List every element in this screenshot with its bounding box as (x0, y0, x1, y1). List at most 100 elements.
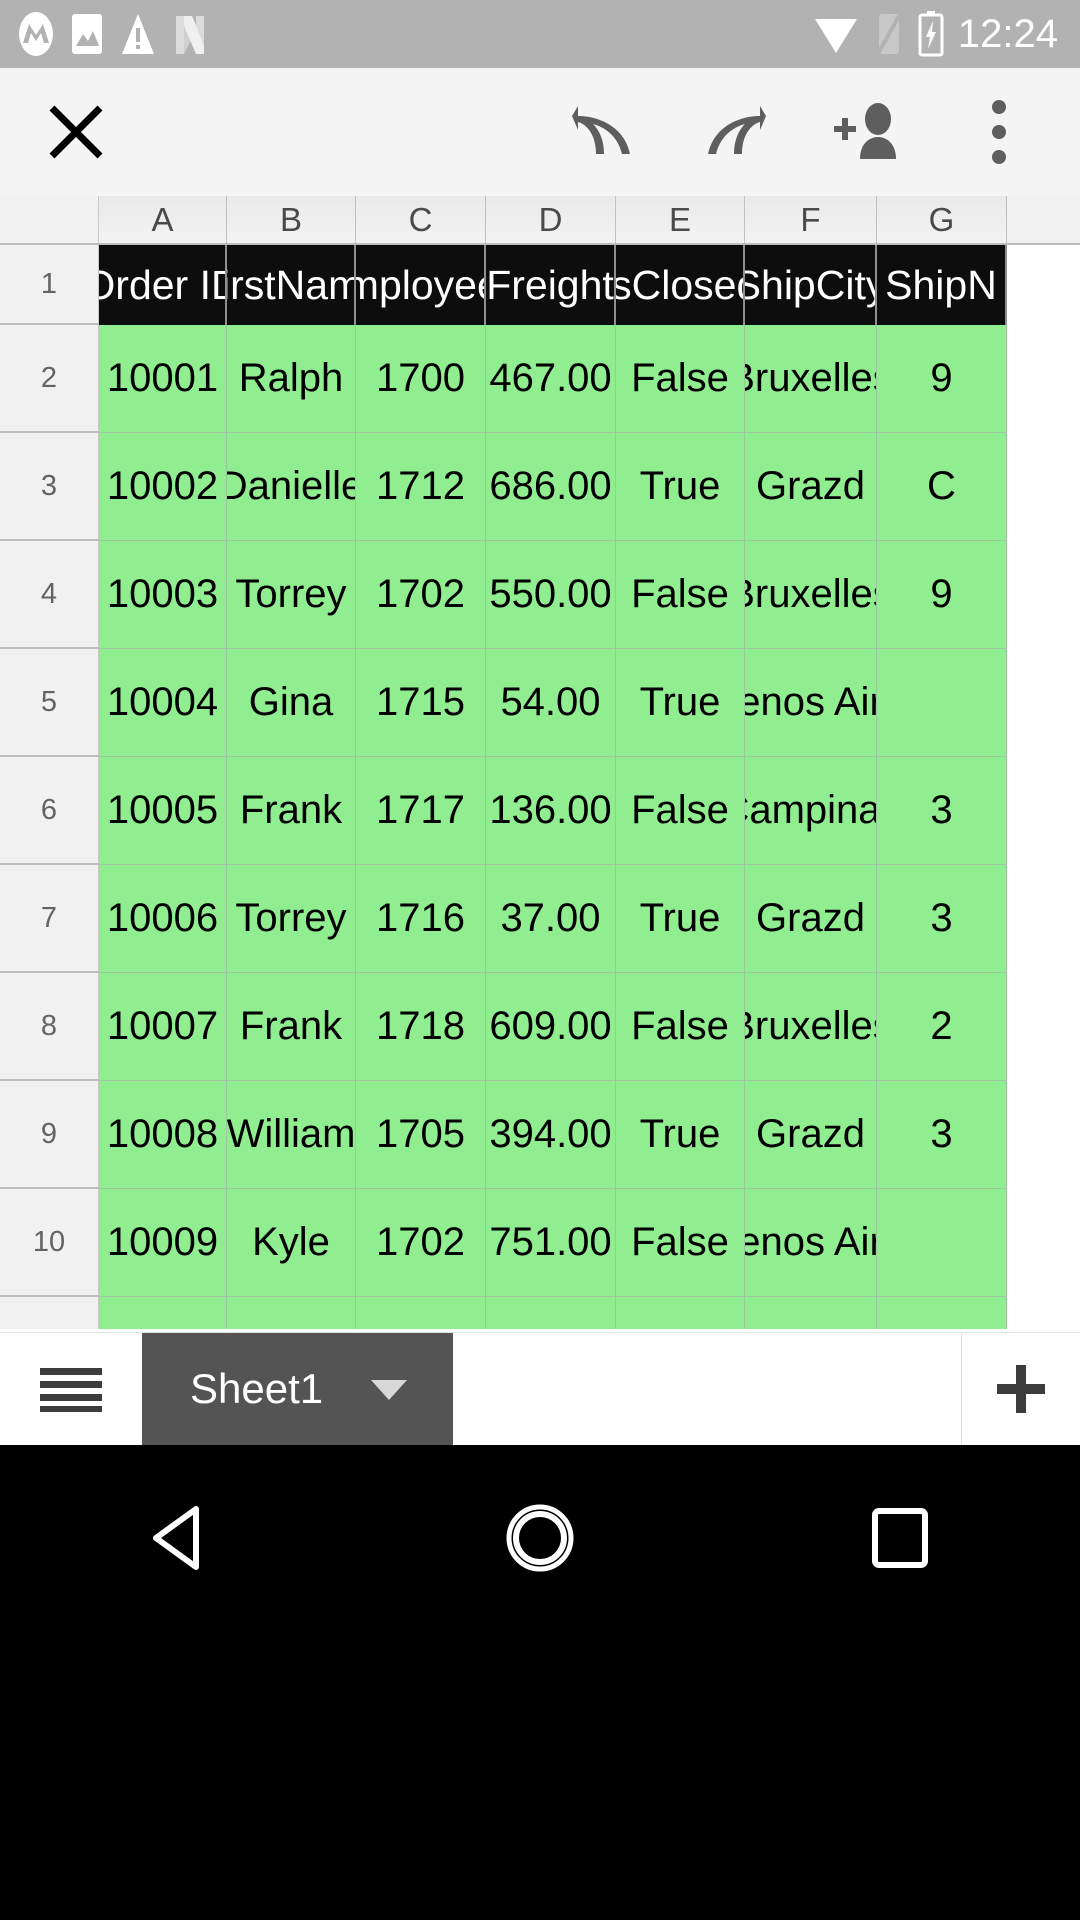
cell[interactable]: William (227, 1081, 356, 1189)
cell[interactable]: Gina (227, 649, 356, 757)
cell[interactable]: Order ID (99, 245, 227, 325)
cell[interactable]: Torrey (227, 541, 356, 649)
cell[interactable] (877, 1189, 1007, 1297)
cell[interactable]: 9 (877, 541, 1007, 649)
cell[interactable]: True (616, 1081, 745, 1189)
cell[interactable]: 10002 (99, 433, 227, 541)
cell[interactable]: 2 (877, 973, 1007, 1081)
cell[interactable]: False (616, 973, 745, 1081)
cell[interactable] (877, 649, 1007, 757)
row-header-6[interactable]: 6 (0, 757, 99, 865)
cell[interactable]: False (616, 757, 745, 865)
cell[interactable]: Employee I (356, 245, 486, 325)
row-header-10[interactable]: 10 (0, 1189, 99, 1297)
cell[interactable]: Campinas (745, 757, 877, 865)
column-header-d[interactable]: D (486, 196, 616, 243)
cell[interactable]: Freight (486, 245, 616, 325)
sheet-list-button[interactable] (0, 1333, 142, 1445)
cell[interactable]: uenos Aire (745, 649, 877, 757)
cell[interactable]: 10003 (99, 541, 227, 649)
row-header-8[interactable]: 8 (0, 973, 99, 1081)
cell[interactable]: 10009 (99, 1189, 227, 1297)
cell[interactable]: Bruxelles (745, 541, 877, 649)
cell[interactable] (616, 1297, 745, 1329)
cell[interactable]: 751.00 (486, 1189, 616, 1297)
cell[interactable] (486, 1297, 616, 1329)
cell[interactable]: 550.00 (486, 541, 616, 649)
cell[interactable]: Danielle (227, 433, 356, 541)
redo-button[interactable] (698, 95, 772, 169)
cell[interactable]: 1716 (356, 865, 486, 973)
cell[interactable]: 1700 (356, 325, 486, 433)
row-header-3[interactable]: 3 (0, 433, 99, 541)
cell[interactable]: Bruxelles (745, 325, 877, 433)
cell[interactable]: 3 (877, 1081, 1007, 1189)
column-header-g[interactable]: G (877, 196, 1007, 243)
cell[interactable]: 10007 (99, 973, 227, 1081)
column-header-e[interactable]: E (616, 196, 745, 243)
cell[interactable]: ShipCity (745, 245, 877, 325)
cell[interactable]: 10005 (99, 757, 227, 865)
cell[interactable]: 136.00 (486, 757, 616, 865)
chevron-down-icon[interactable] (369, 1376, 409, 1402)
column-header-c[interactable]: C (356, 196, 486, 243)
spreadsheet-grid[interactable]: A B C D E F G 1Order IDFirstNameEmployee… (0, 196, 1080, 1332)
cell[interactable]: False (616, 541, 745, 649)
row-header-1[interactable]: 1 (0, 245, 99, 325)
close-button[interactable] (40, 96, 112, 168)
undo-button[interactable] (566, 95, 640, 169)
column-header-b[interactable]: B (227, 196, 356, 243)
nav-recents-button[interactable] (835, 1483, 965, 1593)
cell[interactable]: 1718 (356, 973, 486, 1081)
cell[interactable]: 3 (877, 757, 1007, 865)
cell[interactable] (745, 1297, 877, 1329)
cell[interactable]: Grazd (745, 1081, 877, 1189)
cell[interactable]: 10006 (99, 865, 227, 973)
cell[interactable]: True (616, 649, 745, 757)
cell[interactable]: Ralph (227, 325, 356, 433)
select-all-corner[interactable] (0, 196, 99, 243)
cell[interactable]: False (616, 1189, 745, 1297)
cell[interactable]: Frank (227, 973, 356, 1081)
cell[interactable]: True (616, 865, 745, 973)
cell[interactable]: False (616, 325, 745, 433)
add-person-button[interactable] (830, 95, 904, 169)
cell[interactable]: 1702 (356, 541, 486, 649)
cell[interactable]: 1712 (356, 433, 486, 541)
column-header-a[interactable]: A (99, 196, 227, 243)
cell[interactable]: 9 (877, 325, 1007, 433)
cell[interactable]: Grazd (745, 433, 877, 541)
row-header-[interactable] (0, 1297, 99, 1329)
cell[interactable]: 467.00 (486, 325, 616, 433)
cell[interactable]: Torrey (227, 865, 356, 973)
cell[interactable] (99, 1297, 227, 1329)
cell[interactable]: 54.00 (486, 649, 616, 757)
sheet-tab-sheet1[interactable]: Sheet1 (142, 1333, 454, 1445)
nav-back-button[interactable] (115, 1483, 245, 1593)
row-header-5[interactable]: 5 (0, 649, 99, 757)
cell[interactable]: C (877, 433, 1007, 541)
cell[interactable]: Bruxelles (745, 973, 877, 1081)
cell[interactable]: Frank (227, 757, 356, 865)
cell[interactable]: 37.00 (486, 865, 616, 973)
cell[interactable]: 1702 (356, 1189, 486, 1297)
cell[interactable]: 3 (877, 865, 1007, 973)
cell[interactable]: Kyle (227, 1189, 356, 1297)
row-header-9[interactable]: 9 (0, 1081, 99, 1189)
cell[interactable]: uenos Aire (745, 1189, 877, 1297)
cell[interactable]: 686.00 (486, 433, 616, 541)
cell[interactable]: True (616, 433, 745, 541)
cell[interactable] (877, 1297, 1007, 1329)
row-header-2[interactable]: 2 (0, 325, 99, 433)
cell[interactable]: 1717 (356, 757, 486, 865)
cell[interactable]: 1705 (356, 1081, 486, 1189)
add-sheet-button[interactable] (962, 1333, 1080, 1445)
cell[interactable]: ShipN (877, 245, 1007, 325)
cell[interactable]: 394.00 (486, 1081, 616, 1189)
nav-home-button[interactable] (475, 1483, 605, 1593)
cell[interactable]: 10004 (99, 649, 227, 757)
cell[interactable]: 1715 (356, 649, 486, 757)
row-header-7[interactable]: 7 (0, 865, 99, 973)
cell[interactable] (227, 1297, 356, 1329)
cell[interactable]: IsClosed (616, 245, 745, 325)
